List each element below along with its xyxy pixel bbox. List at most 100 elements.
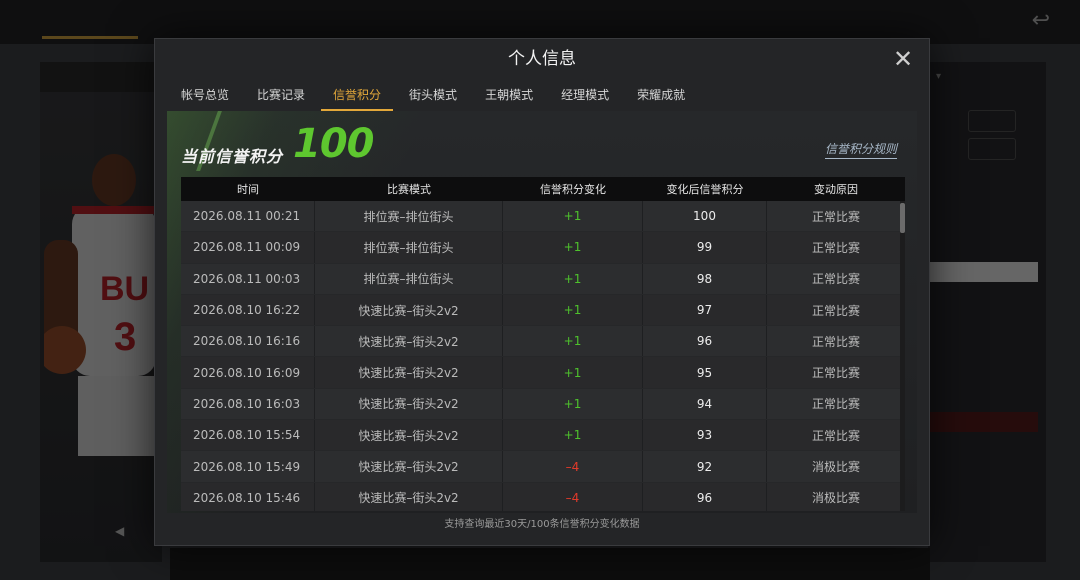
scrollbar-thumb[interactable] [900,203,905,233]
row-mode: 快速比赛–街头2v2 [315,420,503,451]
row-mode: 快速比赛–街头2v2 [315,294,503,326]
credit-history-table: 时间 比赛模式 信誉积分变化 变化后信誉积分 变动原因 2026.08.11 0… [181,177,905,511]
player-figure-icon: BU 3 [44,154,158,456]
row-time: 2026.08.10 15:54 [181,420,315,451]
row-mode: 快速比赛–街头2v2 [315,388,503,420]
row-time: 2026.08.11 00:21 [181,201,315,232]
row-reason: 消极比赛 [811,491,860,506]
header-change: 信誉积分变化 [540,183,606,196]
table-scrollbar[interactable] [900,201,905,511]
row-time: 2026.08.10 16:03 [181,388,315,420]
table-row: 2026.08.11 00:03 排位赛–排位街头 +1 98 正常比赛 [181,263,905,295]
tab-credit-score[interactable]: 信誉积分 [319,83,395,111]
header-after: 变化后信誉积分 [666,183,744,196]
row-time: 2026.08.11 00:09 [181,232,315,263]
row-time: 2026.08.10 16:09 [181,357,315,388]
header-mode: 比赛模式 [387,183,431,196]
background-chip [968,110,1016,132]
row-change: +1 [503,357,643,388]
row-reason: 正常比赛 [811,303,860,318]
row-time: 2026.08.10 15:49 [181,451,315,482]
table-body[interactable]: 2026.08.11 00:21 排位赛–排位街头 +1 100 正常比赛 20… [181,201,905,511]
background-red-row [930,412,1038,432]
row-mode: 快速比赛–街头2v2 [315,357,503,388]
row-change: +1 [503,294,643,326]
row-time: 2026.08.10 16:16 [181,326,315,357]
row-reason: 正常比赛 [811,428,860,443]
row-change: +1 [503,263,643,294]
tab-bar: 帐号总览 比赛记录 信誉积分 街头模式 王朝模式 经理模式 荣耀成就 [167,83,699,111]
row-after: 93 [643,420,767,451]
row-after: 94 [643,388,767,420]
row-mode: 快速比赛–街头2v2 [315,482,503,511]
svg-text:3: 3 [114,315,136,359]
credit-score-value: 100 [293,121,374,167]
row-after: 92 [643,451,767,482]
row-reason: 正常比赛 [811,240,860,255]
background-tab-underline [42,36,138,39]
tab-manager-mode[interactable]: 经理模式 [547,83,623,111]
row-change: +1 [503,420,643,451]
background-bottom-bar [170,548,930,580]
table-row: 2026.08.10 16:09 快速比赛–街头2v2 +1 95 正常比赛 [181,357,905,389]
row-time: 2026.08.11 00:03 [181,263,315,294]
row-change: +1 [503,388,643,420]
row-change: –4 [503,451,643,482]
background-panel-header [40,62,162,92]
table-row: 2026.08.10 15:54 快速比赛–街头2v2 +1 93 正常比赛 [181,420,905,452]
row-after: 95 [643,357,767,388]
background-highlight-row [930,262,1038,282]
close-icon[interactable]: ✕ [891,47,915,71]
tab-match-records[interactable]: 比赛记录 [243,83,319,111]
row-after: 100 [643,201,767,232]
row-mode: 排位赛–排位街头 [315,232,503,263]
background-dropdown: ▾ [936,71,942,82]
background-right-panel [928,62,1046,562]
row-change: –4 [503,482,643,511]
table-row: 2026.08.10 15:46 快速比赛–街头2v2 –4 96 消极比赛 [181,482,905,511]
tab-honor-achievements[interactable]: 荣耀成就 [623,83,699,111]
row-after: 99 [643,232,767,263]
table-row: 2026.08.10 15:49 快速比赛–街头2v2 –4 92 消极比赛 [181,451,905,483]
query-limit-note: 支持查询最近30天/100条信誉积分变化数据 [444,519,640,530]
background-left-arrow-icon: ◀ [115,524,125,538]
row-change: +1 [503,326,643,357]
personal-info-dialog: 个人信息 ✕ 帐号总览 比赛记录 信誉积分 街头模式 王朝模式 经理模式 荣耀成… [154,38,930,546]
table-row: 2026.08.10 16:22 快速比赛–街头2v2 +1 97 正常比赛 [181,294,905,327]
row-reason: 消极比赛 [811,460,860,475]
row-after: 96 [643,326,767,357]
credit-rules-link[interactable]: 信誉积分规则 [824,140,897,159]
table-row: 2026.08.11 00:21 排位赛–排位街头 +1 100 正常比赛 [181,201,905,233]
row-after: 98 [643,263,767,294]
row-time: 2026.08.10 15:46 [181,482,315,511]
row-time: 2026.08.10 16:22 [181,294,315,326]
row-after: 96 [643,482,767,511]
row-reason: 正常比赛 [811,334,860,349]
table-row: 2026.08.10 16:03 快速比赛–街头2v2 +1 94 正常比赛 [181,388,905,421]
header-time: 时间 [237,183,259,196]
table-header: 时间 比赛模式 信誉积分变化 变化后信誉积分 变动原因 [181,177,905,201]
dialog-title: 个人信息 [508,49,576,69]
svg-text:BU: BU [100,270,149,308]
row-change: +1 [503,232,643,263]
row-mode: 排位赛–排位街头 [315,263,503,294]
row-reason: 正常比赛 [811,272,860,287]
row-change: +1 [503,201,643,232]
background-chip [968,138,1016,160]
tab-account-overview[interactable]: 帐号总览 [167,83,243,111]
credit-score-panel: 当前信誉积分 100 信誉积分规则 时间 比赛模式 信誉积分变化 变化后信誉积分… [167,111,917,513]
back-icon: ↩ [1031,8,1050,33]
row-mode: 快速比赛–街头2v2 [315,451,503,482]
row-after: 97 [643,294,767,326]
row-mode: 快速比赛–街头2v2 [315,326,503,357]
tab-street-mode[interactable]: 街头模式 [395,83,471,111]
row-reason: 正常比赛 [811,366,860,381]
header-reason: 变动原因 [814,183,858,196]
row-mode: 排位赛–排位街头 [315,201,503,232]
tab-dynasty-mode[interactable]: 王朝模式 [471,83,547,111]
table-row: 2026.08.10 16:16 快速比赛–街头2v2 +1 96 正常比赛 [181,326,905,358]
row-reason: 正常比赛 [811,397,860,412]
table-row: 2026.08.11 00:09 排位赛–排位街头 +1 99 正常比赛 [181,232,905,264]
credit-score-label: 当前信誉积分 [181,147,284,166]
row-reason: 正常比赛 [811,209,860,224]
